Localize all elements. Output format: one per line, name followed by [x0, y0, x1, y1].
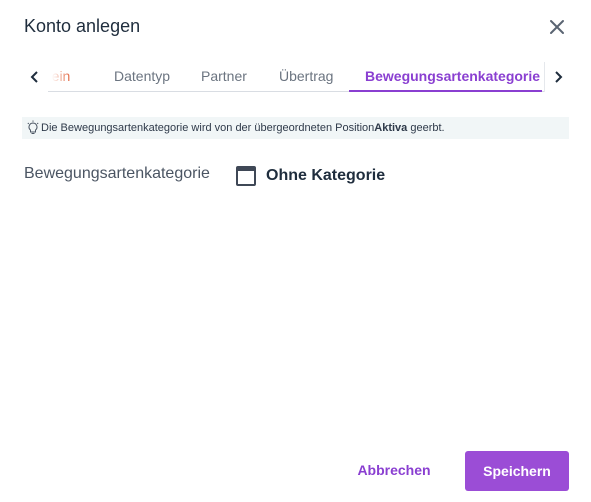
field-label-bewegungsartenkategorie: Bewegungsartenkategorie: [24, 165, 210, 182]
dialog: Konto anlegen mein Datentyp Partner Über…: [0, 0, 591, 502]
chevron-left-icon: [30, 71, 38, 83]
info-parent-position: Aktiva: [374, 122, 408, 134]
tab-datentyp[interactable]: Datentyp: [114, 62, 170, 92]
ohne-kategorie-label[interactable]: Ohne Kategorie: [266, 167, 385, 185]
close-icon[interactable]: [546, 16, 568, 38]
lightbulb-icon: [27, 120, 39, 134]
tab-uebertrag[interactable]: Übertrag: [279, 62, 333, 92]
inheritance-info-banner: Die Bewegungsartenkategorie wird von der…: [22, 117, 569, 139]
tab-fade: [52, 62, 72, 90]
tab-scroll-right-button[interactable]: [544, 62, 570, 92]
info-text-end: geerbt.: [407, 122, 445, 134]
tab-bar: mein Datentyp Partner Übertrag Bewegungs…: [22, 62, 570, 92]
tab-partner[interactable]: Partner: [201, 62, 247, 92]
tab-bewegungsartenkategorie[interactable]: Bewegungsartenkategorie: [349, 62, 542, 92]
chevron-right-icon: [554, 71, 562, 83]
info-text-start: Die Bewegungsartenkategorie wird von der…: [41, 122, 375, 134]
dialog-title: Konto anlegen: [24, 16, 141, 36]
save-button[interactable]: Speichern: [465, 451, 569, 491]
cancel-button[interactable]: Abbrechen: [346, 452, 442, 488]
ohne-kategorie-checkbox[interactable]: [236, 166, 256, 186]
tabs: mein Datentyp Partner Übertrag Bewegungs…: [52, 62, 544, 92]
tab-scroll-left-button[interactable]: [22, 62, 48, 92]
